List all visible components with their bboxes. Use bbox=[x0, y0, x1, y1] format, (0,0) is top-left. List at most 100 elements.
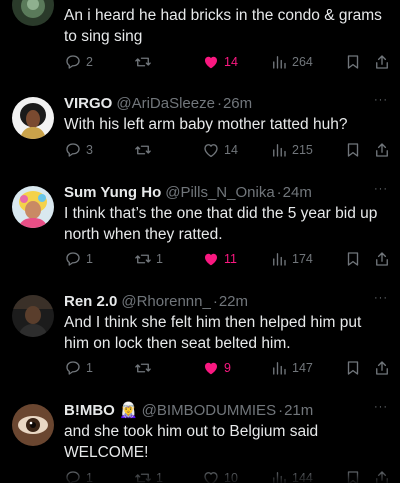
tweet-header: Sum Yung Ho @Pills_N_Onika · 24m bbox=[64, 183, 312, 201]
bookmark-button[interactable] bbox=[344, 249, 362, 269]
tweet-text-line: to sing sing bbox=[64, 28, 143, 45]
share-button[interactable] bbox=[373, 249, 391, 269]
display-name[interactable]: VIRGO bbox=[64, 95, 112, 112]
like-button[interactable]: 10 bbox=[202, 468, 238, 483]
bookmark-icon bbox=[347, 252, 359, 266]
views-chart-icon bbox=[273, 362, 286, 375]
views-chart-icon bbox=[273, 472, 286, 483]
views-button[interactable]: 174 bbox=[270, 249, 313, 269]
views-button[interactable]: 264 bbox=[270, 52, 313, 72]
retweet-icon bbox=[135, 145, 151, 155]
retweet-icon bbox=[135, 57, 151, 67]
avatar[interactable] bbox=[12, 0, 54, 26]
timestamp[interactable]: 21m bbox=[284, 402, 313, 419]
like-count: 14 bbox=[224, 143, 238, 157]
tweet-actions: 1 1 11 174 bbox=[64, 249, 390, 269]
reply-icon bbox=[66, 471, 80, 483]
reply-button[interactable]: 3 bbox=[64, 140, 93, 160]
display-name[interactable]: B!MBO 🧝‍♀️ bbox=[64, 401, 138, 419]
tweet-text-line: An i heard he had bricks in the condo & … bbox=[64, 7, 382, 24]
retweet-button[interactable] bbox=[134, 52, 152, 72]
tweet-3[interactable]: Ren 2.0 @Rhorennn_ · 22m ··· And I think… bbox=[0, 291, 400, 391]
tweet-text: I think that’s the one that did the 5 ye… bbox=[64, 203, 390, 245]
user-handle[interactable]: @Pills_N_Onika bbox=[165, 184, 274, 201]
more-dots-icon[interactable]: ··· bbox=[374, 93, 388, 107]
like-button[interactable]: 9 bbox=[202, 358, 231, 378]
user-handle[interactable]: @AriDaSleeze bbox=[116, 95, 215, 112]
tweet-header: Ren 2.0 @Rhorennn_ · 22m bbox=[64, 292, 248, 310]
views-chart-icon bbox=[273, 144, 286, 157]
share-icon bbox=[376, 143, 388, 157]
view-count: 147 bbox=[292, 361, 313, 375]
timestamp[interactable]: 26m bbox=[223, 95, 252, 112]
reply-count: 3 bbox=[86, 143, 93, 157]
retweet-button[interactable] bbox=[134, 358, 152, 378]
share-button[interactable] bbox=[373, 358, 391, 378]
tweet-text: An i heard he had bricks in the condo & … bbox=[64, 5, 390, 47]
reply-count: 1 bbox=[86, 361, 93, 375]
tweet-text-line: With his left arm baby mother tatted huh… bbox=[64, 116, 348, 133]
display-name[interactable]: Sum Yung Ho bbox=[64, 184, 161, 201]
more-dots-icon[interactable]: ··· bbox=[374, 400, 388, 414]
tweet-header: B!MBO 🧝‍♀️ @BIMBODUMMIES · 21m bbox=[64, 401, 314, 420]
reply-button[interactable]: 1 bbox=[64, 358, 93, 378]
retweet-count: 1 bbox=[156, 471, 163, 483]
user-handle[interactable]: @Rhorennn_ bbox=[121, 293, 210, 310]
tweet-4[interactable]: B!MBO 🧝‍♀️ @BIMBODUMMIES · 21m ··· and s… bbox=[0, 400, 400, 483]
avatar[interactable] bbox=[12, 404, 54, 446]
views-button[interactable]: 215 bbox=[270, 140, 313, 160]
tweet-text-line: I think that’s the one that did the 5 ye… bbox=[64, 205, 378, 222]
share-icon bbox=[376, 55, 388, 69]
reply-button[interactable]: 1 bbox=[64, 468, 93, 483]
heart-icon bbox=[205, 362, 217, 375]
like-button[interactable]: 14 bbox=[202, 140, 238, 160]
tweet-actions: 3 14 215 bbox=[64, 140, 390, 160]
reply-feed: An i heard he had bricks in the condo & … bbox=[0, 0, 400, 483]
user-handle[interactable]: @BIMBODUMMIES bbox=[142, 402, 276, 419]
like-button[interactable]: 11 bbox=[202, 249, 237, 269]
reply-count: 1 bbox=[86, 471, 93, 483]
reply-icon bbox=[66, 55, 80, 69]
reply-button[interactable]: 1 bbox=[64, 249, 93, 269]
reply-count: 1 bbox=[86, 252, 93, 266]
views-button[interactable]: 147 bbox=[270, 358, 313, 378]
reply-button[interactable]: 2 bbox=[64, 52, 93, 72]
tweet-actions: 2 14 264 bbox=[64, 52, 390, 72]
timestamp[interactable]: 24m bbox=[283, 184, 312, 201]
heart-icon bbox=[205, 253, 217, 266]
retweet-icon bbox=[135, 473, 151, 483]
display-name[interactable]: Ren 2.0 bbox=[64, 293, 117, 310]
views-button[interactable]: 144 bbox=[270, 468, 313, 483]
more-dots-icon[interactable]: ··· bbox=[374, 182, 388, 196]
bookmark-button[interactable] bbox=[344, 140, 362, 160]
share-icon bbox=[376, 361, 388, 375]
tweet-0[interactable]: An i heard he had bricks in the condo & … bbox=[0, 0, 400, 86]
tweet-text: With his left arm baby mother tatted huh… bbox=[64, 114, 390, 135]
share-button[interactable] bbox=[373, 140, 391, 160]
view-count: 174 bbox=[292, 252, 313, 266]
retweet-button[interactable]: 1 bbox=[134, 249, 163, 269]
like-button[interactable]: 14 bbox=[202, 52, 238, 72]
retweet-button[interactable]: 1 bbox=[134, 468, 163, 483]
retweet-icon bbox=[135, 254, 151, 264]
retweet-icon bbox=[135, 363, 151, 373]
bookmark-button[interactable] bbox=[344, 358, 362, 378]
reply-count: 2 bbox=[86, 55, 93, 69]
retweet-button[interactable] bbox=[134, 140, 152, 160]
avatar[interactable] bbox=[12, 97, 54, 139]
reply-icon bbox=[66, 252, 80, 266]
bookmark-icon bbox=[347, 143, 359, 157]
tweet-1[interactable]: VIRGO @AriDaSleeze · 26m ··· With his le… bbox=[0, 93, 400, 173]
timestamp[interactable]: 22m bbox=[219, 293, 248, 310]
share-button[interactable] bbox=[373, 52, 391, 72]
share-button[interactable] bbox=[373, 468, 391, 483]
avatar[interactable] bbox=[12, 295, 54, 337]
avatar[interactable] bbox=[12, 186, 54, 228]
tweet-2[interactable]: Sum Yung Ho @Pills_N_Onika · 24m ··· I t… bbox=[0, 182, 400, 282]
like-count: 9 bbox=[224, 361, 231, 375]
bookmark-button[interactable] bbox=[344, 468, 362, 483]
more-dots-icon[interactable]: ··· bbox=[374, 291, 388, 305]
retweet-count: 1 bbox=[156, 252, 163, 266]
bookmark-icon bbox=[347, 361, 359, 375]
bookmark-button[interactable] bbox=[344, 52, 362, 72]
